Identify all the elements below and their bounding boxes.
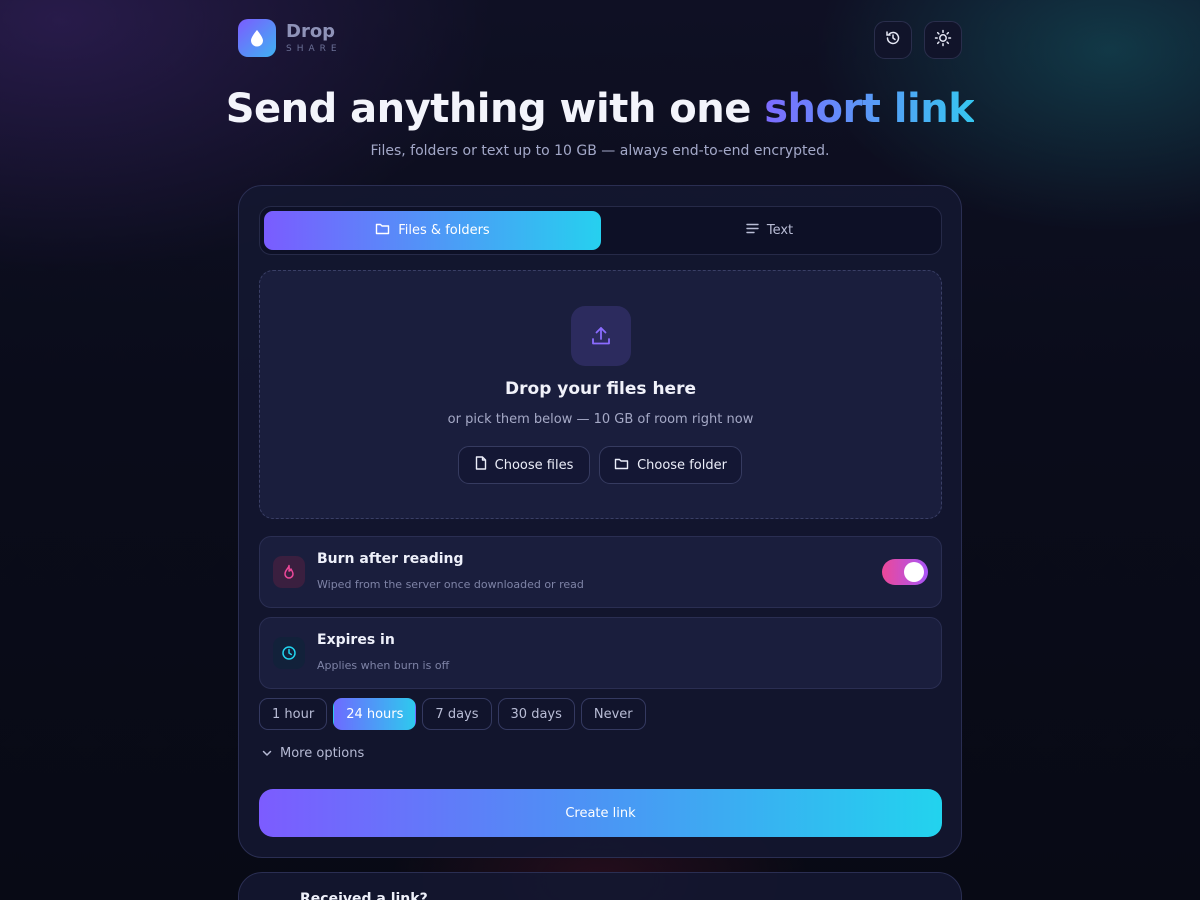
expiry-never[interactable]: Never	[580, 698, 646, 730]
droplet-icon	[238, 19, 276, 57]
choose-folder-label: Choose folder	[637, 457, 727, 473]
create-link-button[interactable]: Create link	[259, 789, 942, 837]
hero-subtitle: Files, folders or text up to 10 GB — alw…	[370, 143, 830, 159]
expiry-7-days[interactable]: 7 days	[422, 698, 492, 730]
dropzone-subtitle: or pick them below — 10 GB of room right…	[447, 412, 754, 427]
expires-in-option: Expires in Applies when burn is off	[259, 617, 942, 689]
more-options-label: More options	[280, 746, 365, 761]
choose-files-button[interactable]: Choose files	[458, 446, 590, 484]
tab-label: Text	[766, 223, 794, 238]
app-header: Drop SHARE	[238, 19, 962, 59]
upload-icon	[571, 306, 631, 366]
share-card: Files & folders Text Drop your files her…	[238, 185, 962, 858]
burn-toggle[interactable]	[882, 559, 928, 585]
clock-icon	[273, 637, 305, 669]
theme-toggle-button[interactable]	[924, 21, 962, 59]
burn-after-reading-option: Burn after reading Wiped from the server…	[259, 536, 942, 608]
choose-files-label: Choose files	[494, 457, 574, 473]
expiry-chips: 1 hour 24 hours 7 days 30 days Never	[259, 698, 646, 730]
chevron-down-icon	[262, 746, 280, 761]
sun-icon	[934, 29, 952, 51]
hero-title-accent: short link	[764, 86, 975, 132]
app-subtitle: SHARE	[286, 44, 342, 54]
more-options-toggle[interactable]: More options	[262, 746, 364, 761]
received-link-card: Received a link?	[238, 872, 962, 900]
expiry-30-days[interactable]: 30 days	[497, 698, 575, 730]
history-icon	[885, 30, 901, 50]
flame-icon	[273, 556, 305, 588]
folder-icon	[614, 457, 637, 474]
dropzone-title: Drop your files here	[505, 379, 696, 399]
burn-description: Wiped from the server once downloaded or…	[317, 578, 584, 591]
toggle-knob	[904, 562, 924, 582]
tab-label: Files & folders	[398, 223, 490, 238]
hero-title: Send anything with one short link	[225, 86, 975, 132]
expires-description: Applies when burn is off	[317, 659, 450, 672]
mode-tabs: Files & folders Text	[259, 206, 942, 255]
expiry-1-hour[interactable]: 1 hour	[259, 698, 328, 730]
text-lines-icon	[746, 223, 767, 238]
tab-files-folders[interactable]: Files & folders	[264, 211, 601, 250]
history-button[interactable]	[874, 21, 912, 59]
burn-title: Burn after reading	[317, 551, 464, 567]
folder-icon	[375, 222, 398, 239]
received-title: Received a link?	[300, 891, 428, 900]
tab-text[interactable]: Text	[601, 211, 938, 250]
expiry-24-hours[interactable]: 24 hours	[333, 698, 417, 730]
app-name: Drop	[286, 21, 336, 42]
file-icon	[475, 456, 495, 474]
file-dropzone[interactable]: Drop your files here or pick them below …	[259, 270, 942, 519]
app-logo[interactable]: Drop SHARE	[238, 19, 342, 57]
choose-folder-button[interactable]: Choose folder	[599, 446, 742, 484]
expires-title: Expires in	[317, 632, 395, 648]
